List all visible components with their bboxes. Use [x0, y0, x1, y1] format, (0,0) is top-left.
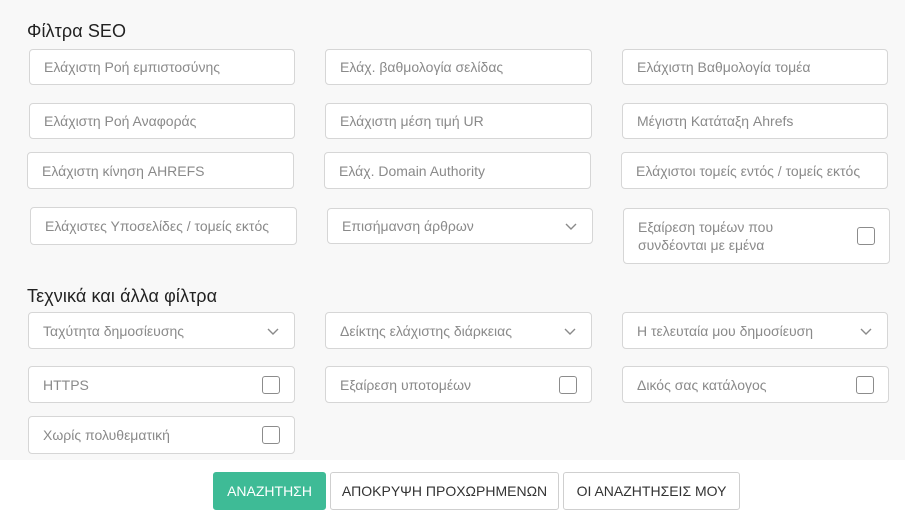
min-subpages-placeholder: Ελάχιστες Υποσελίδες / τομείς εκτός	[45, 218, 269, 234]
chevron-down-icon	[860, 328, 872, 335]
min-ahrefs-traffic-input[interactable]: Ελάχιστη κίνηση AHREFS	[27, 152, 294, 189]
exclude-subdomains-label: Εξαίρεση υποτομέων	[340, 376, 472, 393]
my-last-publication-select[interactable]: Η τελευταία μου δημοσίευση	[622, 312, 888, 349]
my-searches-button[interactable]: ΟΙ ΑΝΑΖΗΤΗΣΕΙΣ ΜΟΥ	[563, 472, 740, 510]
seo-filters-heading: Φίλτρα SEO	[27, 21, 127, 41]
min-subpages-input[interactable]: Ελάχιστες Υποσελίδες / τομείς εκτός	[30, 207, 297, 245]
min-referring-domains-input[interactable]: Ελάχιστοι τομείς εντός / τομείς εκτός	[621, 152, 888, 189]
article-marking-value: Επισήμανση άρθρων	[342, 218, 474, 234]
min-avg-ur-placeholder: Ελάχιστη μέση τιμή UR	[340, 113, 484, 129]
hide-advanced-button[interactable]: ΑΠΟΚΡΥΨΗ ΠΡΟΧΩΡΗΜΕΝΩΝ	[330, 472, 559, 510]
min-domain-rating-input[interactable]: Ελάχιστη Βαθμολογία τομέα	[622, 49, 888, 85]
exclude-subdomains-checkbox[interactable]: Εξαίρεση υποτομέων	[325, 366, 592, 403]
no-multitopic-checkbox[interactable]: Χωρίς πολυθεματική	[28, 416, 295, 454]
chevron-down-icon	[565, 223, 577, 230]
no-multitopic-label: Χωρίς πολυθεματική	[43, 427, 170, 443]
chevron-down-icon	[267, 328, 279, 335]
min-citation-flow-placeholder: Ελάχιστη Ροή Αναφοράς	[44, 113, 197, 129]
min-domain-authority-placeholder: Ελάχ. Domain Authority	[339, 162, 485, 179]
min-citation-flow-input[interactable]: Ελάχιστη Ροή Αναφοράς	[29, 103, 295, 139]
checkbox-icon[interactable]	[559, 375, 577, 394]
search-button[interactable]: ΑΝΑΖΗΤΗΣΗ	[213, 472, 326, 510]
min-avg-ur-input[interactable]: Ελάχιστη μέση τιμή UR	[325, 103, 592, 139]
own-catalog-checkbox[interactable]: Δικός σας κατάλογος	[622, 366, 889, 403]
min-domain-authority-input[interactable]: Ελάχ. Domain Authority	[324, 152, 591, 189]
article-marking-select[interactable]: Επισήμανση άρθρων	[327, 208, 593, 244]
checkbox-icon[interactable]	[857, 227, 875, 245]
publish-speed-value: Ταχύτητα δημοσίευσης	[43, 322, 184, 339]
min-page-rating-placeholder: Ελάχ. βαθμολογία σελίδας	[340, 59, 504, 75]
chevron-down-icon	[564, 328, 576, 335]
my-last-publication-value: Η τελευταία μου δημοσίευση	[637, 322, 814, 339]
own-catalog-label: Δικός σας κατάλογος	[637, 376, 767, 393]
publish-speed-select[interactable]: Ταχύτητα δημοσίευσης	[28, 312, 295, 349]
min-ahrefs-traffic-placeholder: Ελάχιστη κίνηση AHREFS	[42, 162, 205, 179]
technical-filters-heading: Τεχνικά και άλλα φίλτρα	[27, 286, 218, 306]
max-ahrefs-rank-input[interactable]: Μέγιστη Κατάταξη Ahrefs	[622, 103, 888, 139]
min-referring-domains-placeholder: Ελάχιστοι τομείς εντός / τομείς εκτός	[636, 162, 861, 179]
checkbox-icon[interactable]	[856, 375, 874, 394]
min-domain-rating-placeholder: Ελάχιστη Βαθμολογία τομέα	[637, 59, 811, 75]
https-label: HTTPS	[43, 376, 89, 393]
min-duration-value: Δείκτης ελάχιστης διάρκειας	[340, 322, 512, 339]
checkbox-icon[interactable]	[262, 375, 280, 394]
exclude-linked-domains-label: Εξαίρεση τομέων που συνδέονται με εμένα	[638, 219, 774, 253]
min-page-rating-input[interactable]: Ελάχ. βαθμολογία σελίδας	[325, 49, 592, 85]
min-duration-select[interactable]: Δείκτης ελάχιστης διάρκειας	[325, 312, 592, 349]
min-trust-flow-placeholder: Ελάχιστη Ροή εμπιστοσύνης	[44, 59, 220, 75]
checkbox-icon[interactable]	[262, 426, 280, 444]
exclude-linked-domains-checkbox[interactable]: Εξαίρεση τομέων που συνδέονται με εμένα	[623, 208, 890, 264]
min-trust-flow-input[interactable]: Ελάχιστη Ροή εμπιστοσύνης	[29, 49, 295, 85]
https-checkbox[interactable]: HTTPS	[28, 366, 295, 403]
max-ahrefs-rank-placeholder: Μέγιστη Κατάταξη Ahrefs	[637, 113, 794, 129]
